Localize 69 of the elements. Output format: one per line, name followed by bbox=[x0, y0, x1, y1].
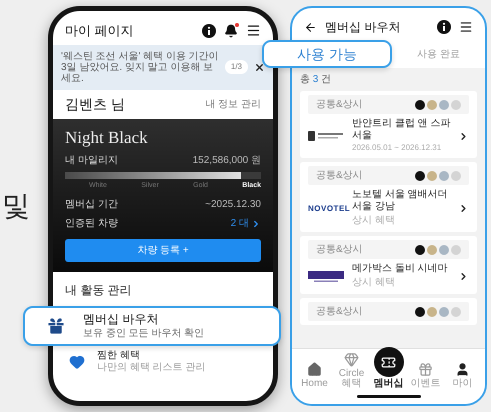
info-value: ~2025.12.30 bbox=[205, 198, 261, 212]
home-icon bbox=[307, 362, 322, 377]
nav-label: 마이 bbox=[452, 379, 472, 389]
voucher-menu-item[interactable]: 멤버십 바우처 보유 중인 모든 바우처 확인 bbox=[23, 306, 281, 346]
voucher-name: 반얀트리 클럽 앤 스파 서울 bbox=[352, 118, 452, 142]
voucher-card[interactable]: 공통&상시 bbox=[300, 298, 477, 325]
notice-text: '웨스틴 조선 서울' 혜택 이용 기간이 3일 남았어요. 잊지 말고 이용해 보세요. bbox=[61, 50, 219, 84]
person-icon bbox=[455, 362, 470, 377]
voucher-detail: 2026.05.01 ~ 2026.12.31 bbox=[352, 142, 442, 154]
hotel-logo bbox=[308, 130, 344, 142]
nav-label: Circle 혜택 bbox=[338, 369, 366, 389]
item-subtitle: 보유 중인 모든 바우처 확인 bbox=[83, 327, 204, 340]
vehicle-link[interactable]: 2 대 bbox=[230, 216, 261, 231]
hotel-logo: NOVOTEL bbox=[308, 202, 350, 214]
gift-icon bbox=[418, 362, 433, 377]
nav-item[interactable]: 마이 bbox=[444, 362, 480, 389]
mileage-label: 내 마일리지 bbox=[65, 154, 118, 168]
chevron-icon bbox=[251, 218, 261, 228]
page-title: 멤버십 바우처 bbox=[325, 19, 402, 36]
profile-link[interactable]: 내 정보 관리 bbox=[205, 96, 261, 112]
nav-center-button[interactable] bbox=[374, 347, 404, 377]
tier-name: Night Black bbox=[65, 126, 149, 148]
menu-icon[interactable] bbox=[459, 20, 473, 34]
menu-icon[interactable] bbox=[246, 23, 261, 38]
mileage-value: 152,586,000 원 bbox=[192, 154, 261, 168]
register-button[interactable]: 차량 등록 + bbox=[65, 239, 261, 262]
voucher-card[interactable]: 공통&상시 NOVOTEL 노보텔 서울 앰배서더 서울 강남 상시 혜택 bbox=[300, 162, 477, 232]
close-icon[interactable] bbox=[254, 62, 265, 72]
nav-item[interactable]: 이벤트 bbox=[408, 362, 444, 389]
voucher-name: 메가박스 돌비 시네마 bbox=[352, 263, 449, 275]
nav-item[interactable]: Circle 혜택 bbox=[334, 352, 370, 389]
pager-badge: 1/3 bbox=[224, 60, 248, 74]
gift-icon bbox=[45, 315, 67, 337]
item-subtitle: 나만의 혜택 리스트 관리 bbox=[97, 362, 206, 374]
voucher-card[interactable]: 공통&상시 메가박스 돌비 시네마 상시 혜택 bbox=[300, 236, 477, 294]
benefit-menu-item[interactable]: 찜한 혜택 나만의 혜택 리스트 관리 bbox=[53, 346, 273, 374]
voucher-category: 공통&상시 bbox=[316, 243, 363, 257]
nav-label: Home bbox=[301, 379, 328, 389]
heart-icon bbox=[69, 354, 85, 370]
item-title: 멤버십 바우처 bbox=[83, 312, 160, 327]
voucher-card[interactable]: 공통&상시 반얀트리 클럽 앤 스파 서울 2026.05.01 ~ 2026.12.31 bbox=[300, 91, 477, 158]
info-label: 멤버십 기간 bbox=[65, 198, 118, 212]
voucher-detail: 상시 혜택 bbox=[352, 214, 396, 228]
info-label: 인증된 차량 bbox=[65, 217, 118, 231]
side-text: 및 bbox=[2, 189, 30, 223]
nav-label: 멤버십 bbox=[374, 379, 404, 389]
tab[interactable]: 사용 가능 bbox=[262, 40, 392, 68]
voucher-category: 공통&상시 bbox=[316, 169, 363, 183]
total-count: 총 3 건 bbox=[300, 73, 332, 87]
user-name: 김벤츠 님 bbox=[65, 94, 125, 114]
cinema-logo bbox=[308, 270, 344, 282]
bell-icon[interactable] bbox=[224, 24, 238, 38]
home-indicator bbox=[356, 395, 420, 398]
back-icon[interactable] bbox=[304, 20, 317, 34]
nav-item[interactable]: 멤버십 bbox=[370, 347, 406, 389]
info-icon[interactable] bbox=[202, 24, 216, 38]
page-title: 마이 페이지 bbox=[65, 22, 134, 40]
voucher-detail: 상시 혜택 bbox=[352, 276, 396, 290]
item-title: 찜한 혜택 bbox=[97, 350, 141, 362]
nav-label: 이벤트 bbox=[410, 379, 440, 389]
diamond-icon bbox=[344, 352, 359, 367]
ticket-icon bbox=[381, 354, 396, 370]
nav-item[interactable]: Home bbox=[296, 362, 332, 389]
tab[interactable]: 사용 완료 bbox=[392, 41, 485, 67]
section-title: 내 활동 관리 bbox=[65, 283, 132, 297]
voucher-category: 공통&상시 bbox=[316, 305, 363, 319]
voucher-category: 공통&상시 bbox=[316, 98, 363, 112]
voucher-name: 노보텔 서울 앰배서더 서울 강남 bbox=[352, 189, 449, 213]
info-icon[interactable] bbox=[437, 20, 451, 34]
